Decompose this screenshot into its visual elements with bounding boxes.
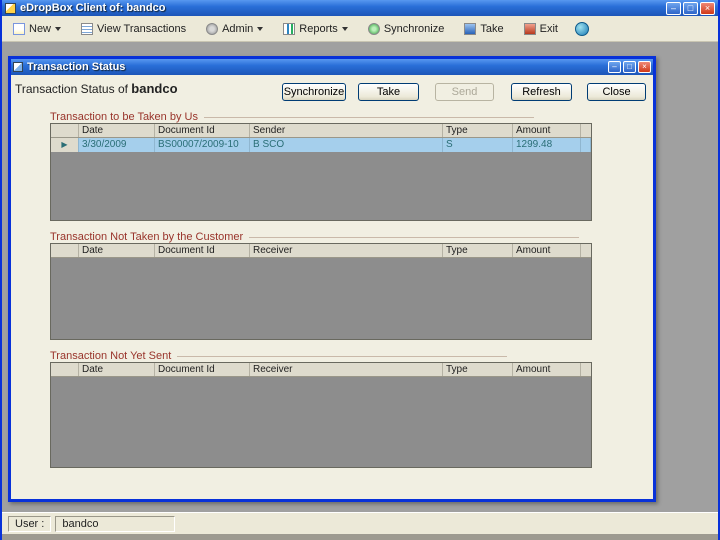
dropdown-arrow-icon	[257, 26, 264, 31]
column-header-document-id[interactable]: Document Id	[155, 124, 250, 137]
row-selector-header	[51, 124, 79, 137]
transaction-status-dialog: Transaction Status – □ × Transaction Sta…	[8, 56, 656, 502]
minimize-icon[interactable]: –	[666, 1, 681, 15]
reports-icon	[283, 22, 296, 35]
column-header-filler	[581, 363, 591, 376]
cell-filler	[581, 138, 591, 152]
send-button: Send	[435, 83, 494, 101]
exit-icon	[523, 22, 536, 35]
column-header-amount[interactable]: Amount	[513, 244, 581, 257]
window-title: eDropBox Client of: bandco	[20, 2, 166, 14]
status-user-label: User :	[8, 515, 52, 532]
toolbar-label: Take	[480, 22, 504, 35]
cell-amount: 1299.48	[513, 138, 581, 152]
status-user-value: bandco	[55, 515, 176, 532]
column-header-filler	[581, 244, 591, 257]
column-header-document-id[interactable]: Document Id	[155, 363, 250, 376]
window-titlebar: eDropBox Client of: bandco – □ ×	[2, 0, 718, 16]
dialog-heading-name: bandco	[131, 81, 178, 96]
column-header-sender[interactable]: Sender	[250, 124, 443, 137]
row-selector-header	[51, 363, 79, 376]
column-header-receiver[interactable]: Receiver	[250, 244, 443, 257]
column-header-type[interactable]: Type	[443, 363, 513, 376]
cell-date: 3/30/2009	[79, 138, 155, 152]
toolbar-label: Exit	[539, 22, 558, 35]
dialog-body: Transaction Status of bandco Synchronize…	[11, 75, 653, 499]
maximize-icon[interactable]: □	[683, 1, 698, 15]
toolbar-item-new[interactable]: New	[10, 21, 64, 37]
row-marker-icon: ▶	[51, 138, 79, 152]
column-header-date[interactable]: Date	[79, 124, 155, 137]
column-header-amount[interactable]: Amount	[513, 124, 581, 137]
cell-type: S	[443, 138, 513, 152]
view-transactions-icon	[81, 22, 94, 35]
app-icon	[5, 2, 16, 14]
dialog-titlebar: Transaction Status – □ ×	[11, 59, 653, 75]
dropdown-arrow-icon	[341, 26, 348, 31]
cell-sender: B SCO	[250, 138, 443, 152]
grid-not-yet-sent: Date Document Id Receiver Type Amount	[50, 362, 592, 468]
column-header-document-id[interactable]: Document Id	[155, 244, 250, 257]
toolbar-item-synchronize[interactable]: Synchronize	[365, 21, 448, 37]
grid-not-taken-by-customer: Date Document Id Receiver Type Amount	[50, 243, 592, 340]
synchronize-icon	[367, 22, 380, 35]
app-window: eDropBox Client of: bandco – □ × New Vie…	[0, 0, 720, 540]
dialog-icon	[13, 62, 23, 72]
new-icon	[13, 22, 25, 35]
close-icon[interactable]: ×	[700, 1, 715, 15]
column-header-receiver[interactable]: Receiver	[250, 363, 443, 376]
dialog-minimize-icon[interactable]: –	[608, 61, 621, 73]
bottom-strip	[2, 534, 718, 540]
status-bar: User : bandco	[2, 512, 718, 534]
toolbar-item-reports[interactable]: Reports	[280, 21, 351, 37]
toolbar-item-view-transactions[interactable]: View Transactions	[78, 21, 189, 37]
admin-icon	[206, 22, 219, 35]
grid-header-row: Date Document Id Receiver Type Amount	[51, 244, 591, 258]
column-header-date[interactable]: Date	[79, 363, 155, 376]
take-icon	[464, 22, 477, 35]
table-row[interactable]: ▶ 3/30/2009 BS00007/2009-10 B SCO S 1299…	[51, 138, 591, 152]
section-title-not-yet-sent: Transaction Not Yet Sent	[50, 350, 507, 362]
toolbar-label: Admin	[222, 22, 254, 35]
close-button[interactable]: Close	[587, 83, 646, 101]
toolbar-label: Reports	[299, 22, 338, 35]
row-selector-header	[51, 244, 79, 257]
synchronize-button[interactable]: Synchronize	[282, 83, 346, 101]
dialog-heading-prefix: Transaction Status of	[15, 82, 132, 96]
column-header-type[interactable]: Type	[443, 124, 513, 137]
section-title-not-taken-by-customer: Transaction Not Taken by the Customer	[50, 231, 579, 243]
grid-taken-by-us: Date Document Id Sender Type Amount ▶ 3/…	[50, 123, 592, 221]
dialog-heading: Transaction Status of bandco	[15, 81, 178, 96]
toolbar-item-exit[interactable]: Exit	[521, 21, 561, 37]
take-button[interactable]: Take	[358, 83, 419, 101]
toolbar-item-admin[interactable]: Admin	[203, 21, 266, 37]
dialog-maximize-icon[interactable]: □	[623, 61, 636, 73]
cell-document-id: BS00007/2009-10	[155, 138, 250, 152]
toolbar-label: View Transactions	[97, 22, 187, 35]
grid-header-row: Date Document Id Receiver Type Amount	[51, 363, 591, 377]
globe-icon	[574, 21, 589, 36]
toolbar-label: New	[29, 22, 52, 35]
grid-header-row: Date Document Id Sender Type Amount	[51, 124, 591, 138]
toolbar-label: Synchronize	[383, 22, 445, 35]
column-header-date[interactable]: Date	[79, 244, 155, 257]
refresh-button[interactable]: Refresh	[511, 83, 572, 101]
toolbar: New View Transactions Admin Reports Sync…	[2, 16, 718, 42]
dialog-close-icon[interactable]: ×	[638, 61, 651, 73]
dialog-title: Transaction Status	[27, 61, 126, 73]
toolbar-item-take[interactable]: Take	[461, 21, 506, 37]
column-header-type[interactable]: Type	[443, 244, 513, 257]
column-header-amount[interactable]: Amount	[513, 363, 581, 376]
column-header-filler	[581, 124, 591, 137]
dropdown-arrow-icon	[55, 26, 62, 31]
section-title-taken-by-us: Transaction to be Taken by Us	[50, 111, 534, 123]
